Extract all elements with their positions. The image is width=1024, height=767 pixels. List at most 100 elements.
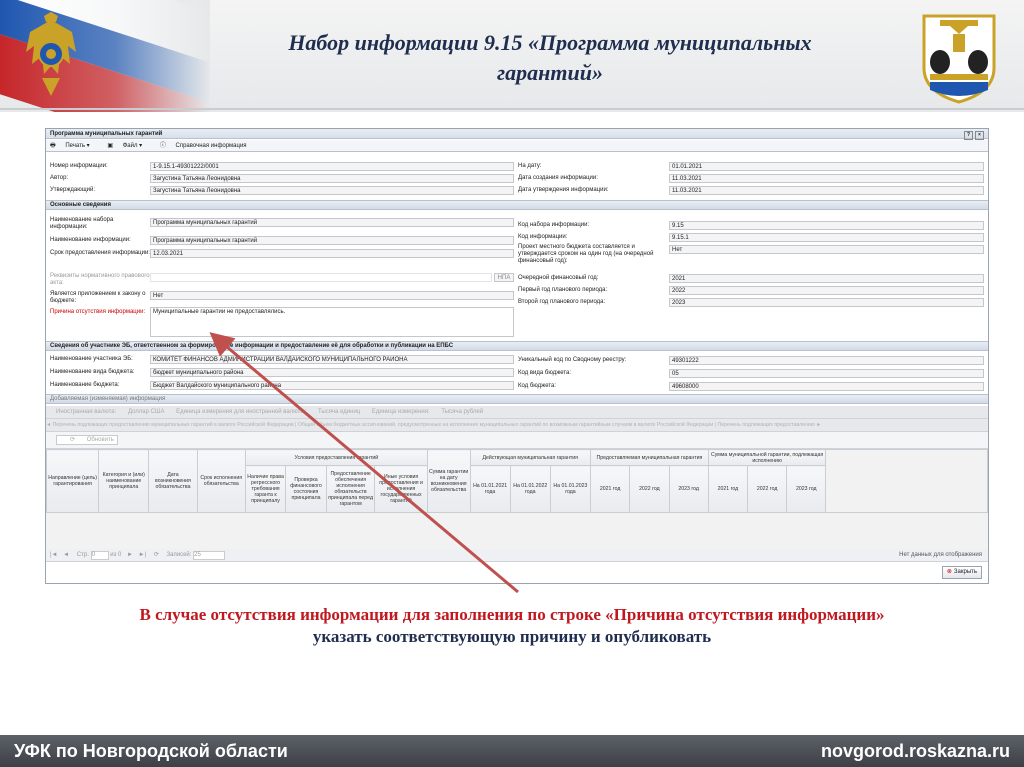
th-direction[interactable]: Направление (цель) гарантирования bbox=[45, 449, 100, 513]
p2-field[interactable]: 2023 bbox=[669, 298, 984, 307]
budget-name-field[interactable]: Бюджет Валдайского муниципального района bbox=[150, 381, 514, 390]
th-group-conditions[interactable]: Условия предоставления гарантий bbox=[244, 448, 428, 467]
th-sum[interactable]: Сумма гарантии на дату возникновения обя… bbox=[426, 449, 471, 513]
th-ex1[interactable]: 2021 год bbox=[707, 465, 749, 513]
approved-label: Дата утверждения информации: bbox=[518, 187, 609, 193]
created-field[interactable]: 11.03.2021 bbox=[669, 174, 984, 183]
page-of-label: из 0 bbox=[110, 552, 122, 558]
fy-label: Очередной финансовый год: bbox=[518, 275, 599, 281]
refresh-icon: ⟳ bbox=[70, 437, 76, 443]
th-group-exec[interactable]: Сумма муниципальной гарантии, подлежащая… bbox=[707, 448, 827, 467]
novgorod-coat-of-arms-icon bbox=[922, 14, 996, 104]
tables-tab-strip[interactable]: ◄ Перечень подлежащих предоставлению мун… bbox=[46, 419, 988, 432]
set-code-field[interactable]: 9.15 bbox=[669, 221, 984, 230]
participant-name-label: Наименование участника ЭБ: bbox=[50, 356, 133, 362]
th-prov2[interactable]: 2022 год bbox=[629, 465, 670, 513]
appendix-label: Является приложением к закону о бюджете: bbox=[50, 291, 146, 304]
first-page-icon[interactable]: |◄ bbox=[50, 552, 58, 558]
close-button[interactable]: ⊗ Закрыть bbox=[941, 566, 982, 579]
budget-code-field[interactable]: 49608000 bbox=[669, 382, 984, 391]
th-cur3[interactable]: На 01.01.2023 года bbox=[549, 465, 592, 513]
close-icon[interactable]: × bbox=[975, 131, 984, 140]
reason-textarea[interactable]: Муниципальные гарантии не предоставлялис… bbox=[150, 307, 514, 337]
info-code-label: Код информации: bbox=[518, 234, 568, 240]
reg-code-label: Уникальный код по Сводному реестру: bbox=[518, 357, 627, 363]
pager: |◄ ◄ Стр. 0 из 0 ► ►| ⟳ Записей: 25 Нет … bbox=[46, 549, 988, 562]
created-label: Дата создания информации: bbox=[518, 175, 598, 181]
th-date[interactable]: Дата возникновения обязательства bbox=[148, 449, 198, 513]
author-label: Автор: bbox=[50, 175, 69, 181]
printer-icon: 🖶 bbox=[50, 143, 56, 149]
p2-label: Второй год планового периода: bbox=[518, 299, 606, 305]
close-circle-icon: ⊗ bbox=[946, 569, 952, 575]
treasury-emblem-icon bbox=[26, 12, 76, 96]
window-title: Программа муниципальных гарантий bbox=[50, 131, 163, 137]
th-security[interactable]: Предоставление обеспечения исполнения об… bbox=[325, 465, 376, 513]
th-group-provided[interactable]: Предоставляемая муниципальная гарантия bbox=[590, 448, 709, 467]
th-ex2[interactable]: 2022 год bbox=[746, 465, 788, 513]
refresh-button[interactable]: ⟳ Обновить bbox=[56, 435, 118, 445]
date-field[interactable]: 01.01.2021 bbox=[669, 162, 984, 171]
slide-footer: УФК по Новгородской области novgorod.ros… bbox=[0, 735, 1024, 767]
app-window: Программа муниципальных гарантий ? × 🖶 Пе… bbox=[45, 128, 989, 584]
rows-label: Записей: bbox=[166, 552, 192, 558]
th-other[interactable]: Иные условия предоставления и исполнения… bbox=[374, 465, 428, 513]
table-body-empty bbox=[46, 513, 988, 550]
th-prov1[interactable]: 2021 год bbox=[590, 465, 631, 513]
approved-field[interactable]: 11.03.2021 bbox=[669, 186, 984, 195]
set-name-field[interactable]: Программа муниципальных гарантий bbox=[150, 218, 514, 227]
print-button[interactable]: 🖶 Печать ▾ bbox=[50, 143, 98, 149]
instruction-caption: В случае отсутствия информации для запол… bbox=[139, 605, 885, 646]
section-added[interactable]: Добавляемая (изменяемая) информация bbox=[46, 394, 988, 404]
number-label: Номер информации: bbox=[50, 163, 108, 169]
no-data-label: Нет данных для отображения bbox=[899, 552, 982, 558]
th-prov3[interactable]: 2023 год bbox=[668, 465, 709, 513]
budget-type-field[interactable]: бюджет муниципального района bbox=[150, 368, 514, 377]
reload-icon[interactable]: ⟳ bbox=[154, 552, 159, 558]
prev-page-icon[interactable]: ◄ bbox=[63, 552, 69, 558]
th-cur2[interactable]: На 01.01.2022 года bbox=[509, 465, 551, 513]
deadline-field[interactable]: 12.03.2021 bbox=[150, 249, 514, 258]
info-code-field[interactable]: 9.15.1 bbox=[669, 233, 984, 242]
th-check[interactable]: Проверка финансового состояния принципал… bbox=[285, 465, 327, 513]
th-term[interactable]: Срок исполнения обязательства bbox=[196, 449, 246, 513]
budget-type-label: Наименование вида бюджета: bbox=[50, 369, 135, 375]
th-group-current[interactable]: Действующая муниципальная гарантия bbox=[469, 448, 592, 467]
p1-field[interactable]: 2022 bbox=[669, 286, 984, 295]
section-main[interactable]: Основные сведения bbox=[46, 200, 988, 210]
approver-field[interactable]: Загустина Татьяна Леонидовна bbox=[150, 186, 514, 195]
th-cur1[interactable]: На 01.01.2021 года bbox=[469, 465, 511, 513]
help-icon[interactable]: ? bbox=[964, 131, 973, 140]
th-category[interactable]: Категория и (или) наименование принципал… bbox=[98, 449, 150, 513]
fy-field[interactable]: 2021 bbox=[669, 274, 984, 283]
author-field[interactable]: Загустина Татьяна Леонидовна bbox=[150, 174, 514, 183]
th-regress[interactable]: Наличие права регрессного требования гар… bbox=[244, 465, 287, 513]
help-info-button[interactable]: ⓘ Справочная информация bbox=[160, 143, 255, 149]
last-page-icon[interactable]: ►| bbox=[139, 552, 147, 558]
p1-label: Первый год планового периода: bbox=[518, 287, 608, 293]
requisites-label: Реквизиты нормативного правового акта: bbox=[50, 273, 150, 286]
grid-toolbar: ⟳ Обновить bbox=[46, 432, 988, 449]
footer-org: УФК по Новгородской области bbox=[14, 741, 288, 761]
th-filler bbox=[825, 449, 988, 513]
toolbar: 🖶 Печать ▾ ▣ Файл ▾ ⓘ Справочная информа… bbox=[46, 140, 988, 152]
rows-select[interactable]: 25 bbox=[193, 551, 226, 560]
info-name-label: Наименование информации: bbox=[50, 237, 131, 243]
page-input[interactable]: 0 bbox=[90, 551, 109, 560]
number-field[interactable]: 1-9.15.1-49301222/0001 bbox=[150, 162, 514, 171]
appendix-field[interactable]: Нет bbox=[150, 291, 514, 300]
npa-button[interactable]: НПА bbox=[494, 273, 514, 282]
th-ex3[interactable]: 2023 год bbox=[786, 465, 827, 513]
next-page-icon[interactable]: ► bbox=[127, 552, 133, 558]
budget-name-label: Наименование бюджета: bbox=[50, 382, 120, 388]
requisites-field[interactable] bbox=[150, 273, 492, 282]
info-name-field[interactable]: Программа муниципальных гарантий bbox=[150, 236, 514, 245]
project-field[interactable]: Нет bbox=[669, 245, 984, 254]
section-participant[interactable]: Сведения об участнике ЭБ, ответственном … bbox=[46, 341, 988, 351]
budget-type-code-field[interactable]: 05 bbox=[669, 369, 984, 378]
footer-website: novgorod.roskazna.ru bbox=[820, 741, 1010, 761]
budget-type-code-label: Код вида бюджета: bbox=[518, 370, 572, 376]
participant-name-field[interactable]: КОМИТЕТ ФИНАНСОВ АДМИНИСТРАЦИИ ВАЛДАЙСКО… bbox=[150, 355, 514, 364]
reg-code-field[interactable]: 49301222 bbox=[669, 356, 984, 365]
file-button[interactable]: ▣ Файл ▾ bbox=[107, 143, 150, 149]
